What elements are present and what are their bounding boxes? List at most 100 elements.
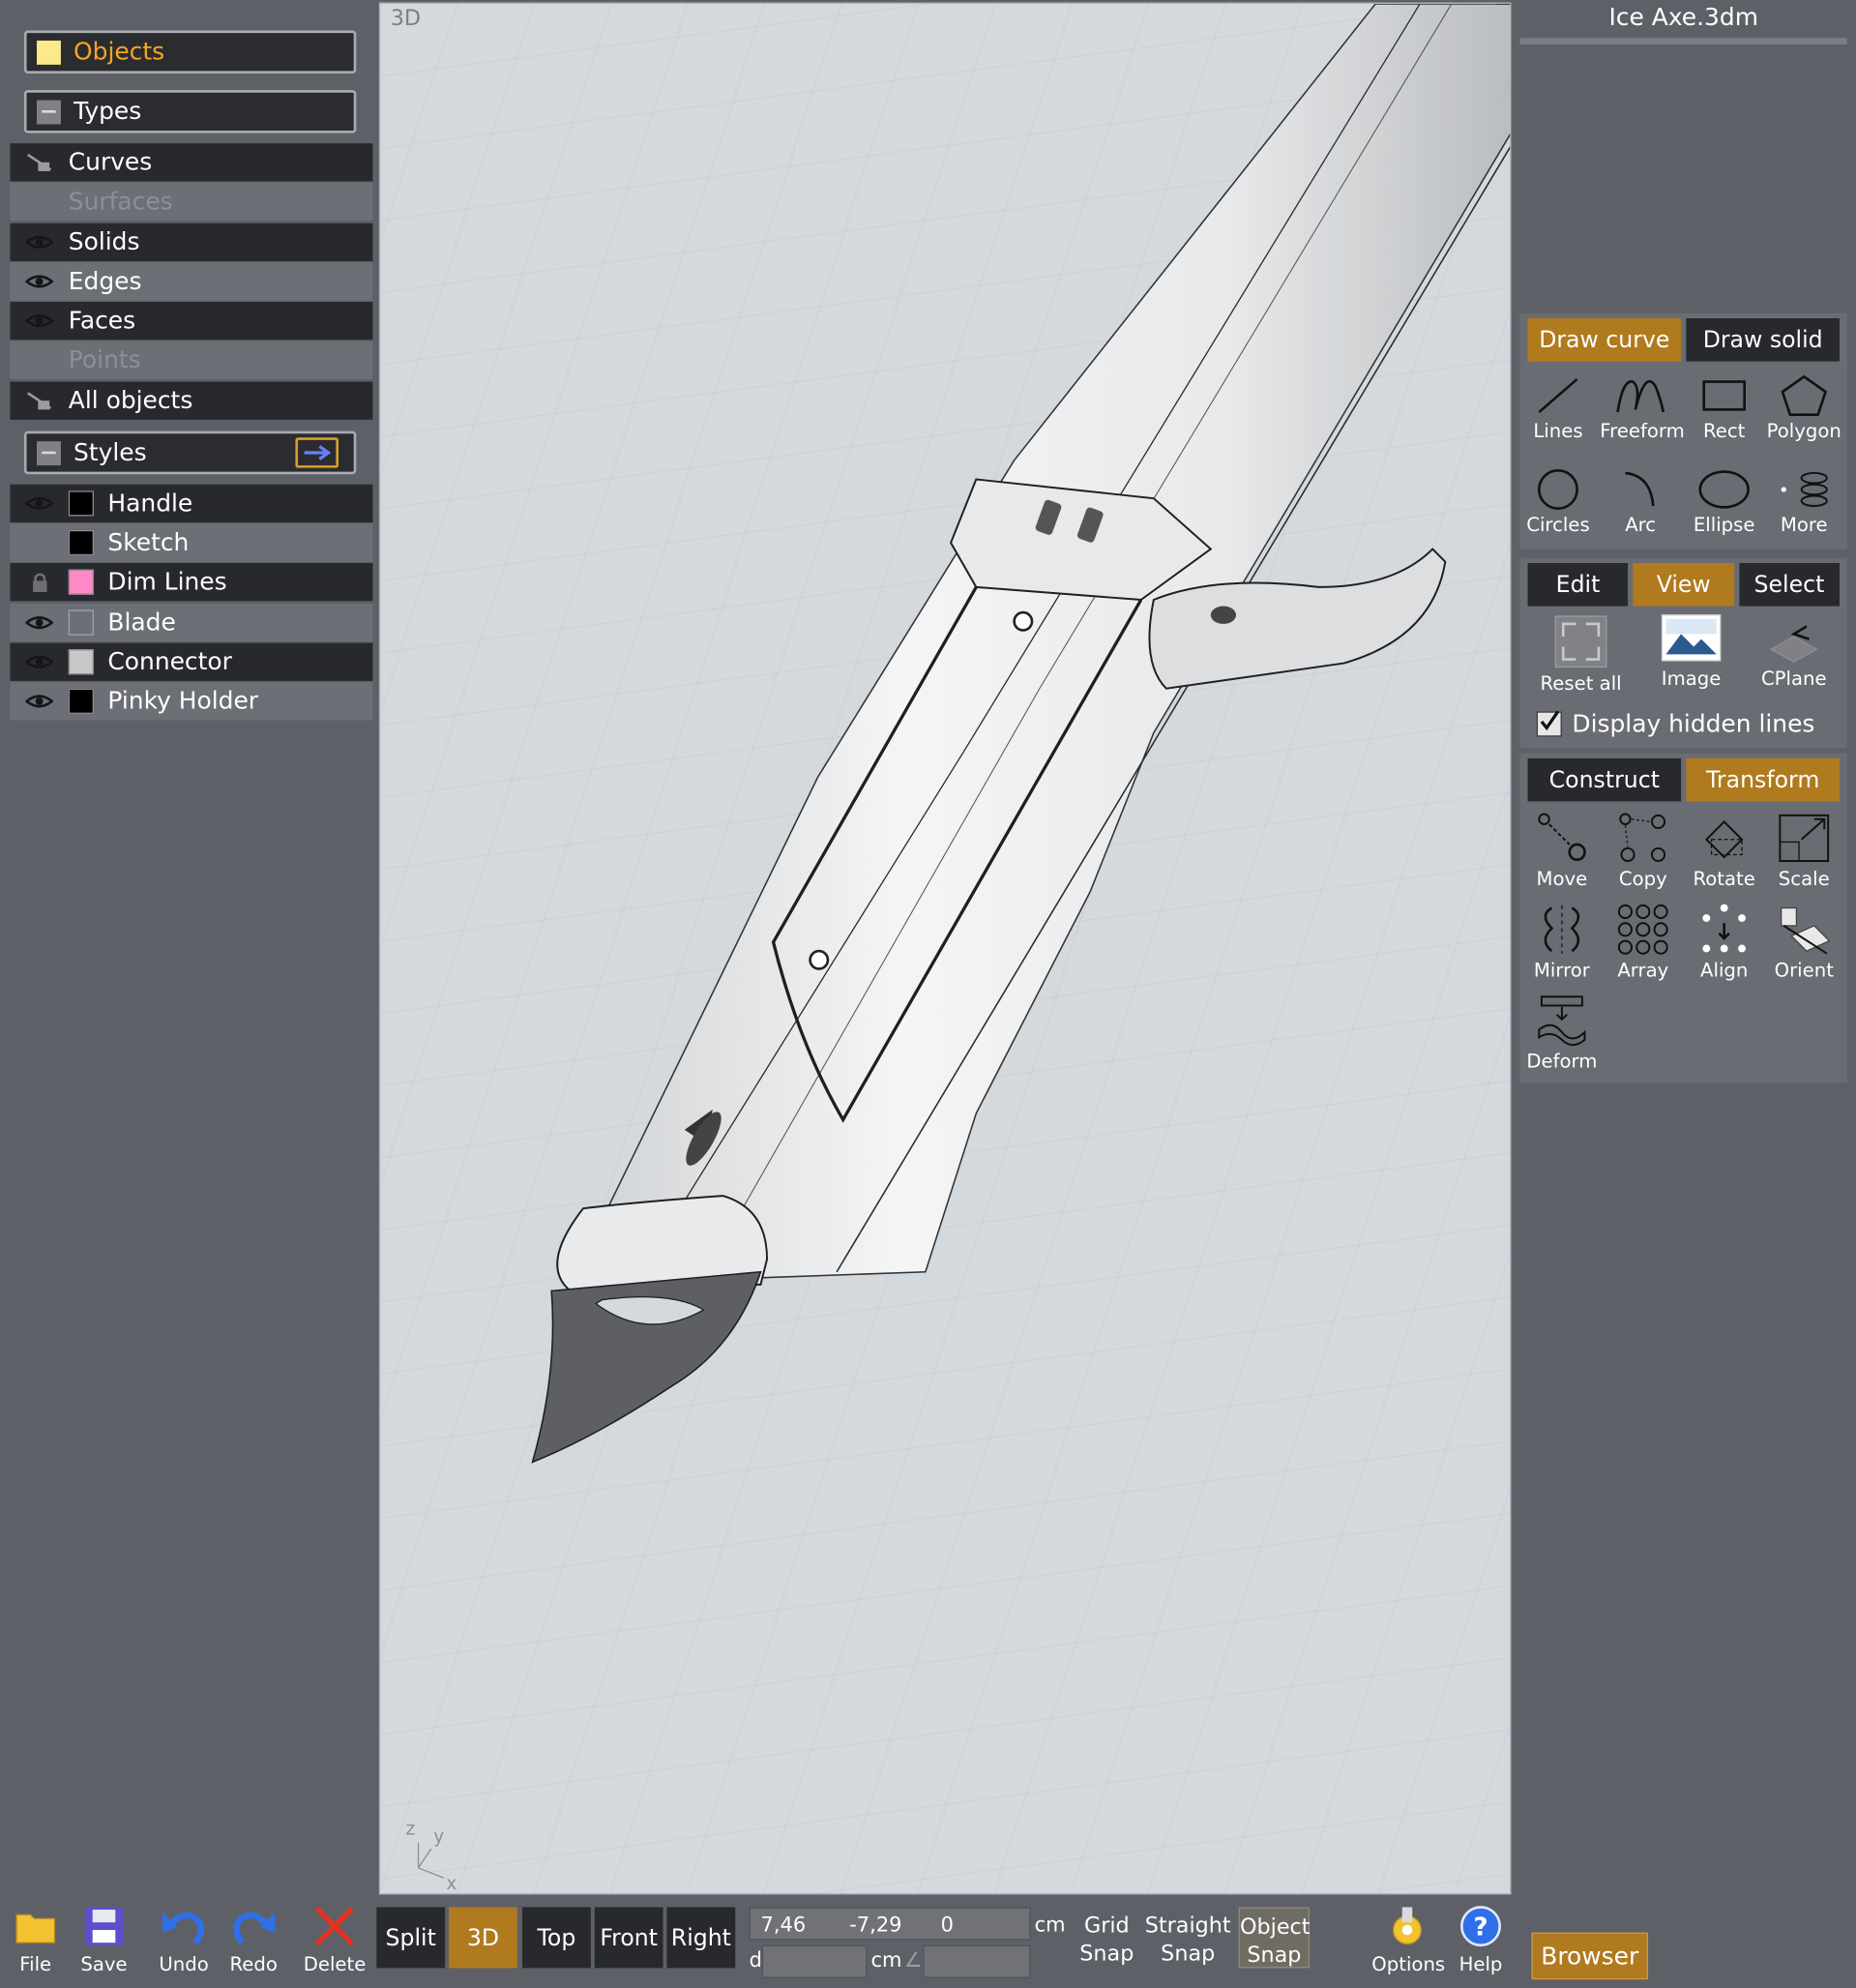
view-right-button[interactable]: Right bbox=[666, 1907, 736, 1969]
type-label: Faces bbox=[68, 307, 136, 336]
styles-arrow-button[interactable] bbox=[295, 437, 339, 468]
copy-icon bbox=[1619, 813, 1666, 863]
cplane-icon bbox=[1769, 625, 1818, 663]
lines-tool[interactable]: Lines bbox=[1517, 374, 1599, 443]
layer-color-swatch[interactable] bbox=[68, 649, 94, 675]
tool-label: CPlane bbox=[1760, 667, 1827, 691]
eye-icon[interactable] bbox=[25, 691, 54, 711]
collapse-icon[interactable] bbox=[37, 440, 61, 465]
freeform-tool[interactable]: Freeform bbox=[1600, 374, 1685, 442]
type-row-points[interactable]: Points bbox=[10, 341, 373, 379]
tab-construct[interactable]: Construct bbox=[1527, 757, 1682, 802]
mirror-tool[interactable]: Mirror bbox=[1521, 903, 1603, 982]
browser-button[interactable]: Browser bbox=[1531, 1932, 1649, 1980]
layer-row-sketch[interactable]: Sketch bbox=[10, 523, 373, 562]
coord-y: -7,29 bbox=[849, 1912, 902, 1937]
options-button[interactable]: Options bbox=[1371, 1905, 1445, 1975]
move-tool[interactable]: Move bbox=[1521, 812, 1603, 890]
view-3d-button[interactable]: 3D bbox=[449, 1907, 517, 1969]
orient-tool[interactable]: Orient bbox=[1763, 903, 1844, 982]
eye-icon[interactable] bbox=[25, 311, 54, 331]
layer-color-swatch[interactable] bbox=[68, 529, 94, 556]
undo-button[interactable]: Undo bbox=[148, 1905, 219, 1975]
tab-draw-solid[interactable]: Draw solid bbox=[1686, 318, 1840, 362]
delete-button[interactable]: Delete bbox=[299, 1905, 369, 1975]
deform-tool[interactable]: Deform bbox=[1521, 994, 1603, 1073]
type-row-solids[interactable]: Solids bbox=[10, 223, 373, 262]
type-row-all-objects[interactable]: All objects bbox=[10, 381, 373, 420]
coordinate-input[interactable]: 7,46 -7,29 0 bbox=[749, 1907, 1031, 1941]
cplane-tool[interactable]: CPlane bbox=[1743, 613, 1844, 690]
eye-icon[interactable] bbox=[25, 652, 54, 672]
grid-snap-toggle[interactable]: Grid Snap bbox=[1073, 1913, 1141, 1969]
mirror-icon bbox=[1544, 905, 1580, 954]
scale-tool[interactable]: Scale bbox=[1763, 812, 1844, 890]
align-tool[interactable]: Align bbox=[1684, 903, 1765, 982]
lock-eye-icon[interactable] bbox=[25, 152, 53, 172]
view-split-button[interactable]: Split bbox=[376, 1907, 446, 1969]
circles-tool[interactable]: Circles bbox=[1517, 468, 1599, 536]
checkbox-checked[interactable] bbox=[1536, 710, 1562, 737]
type-row-surfaces[interactable]: Surfaces bbox=[10, 182, 373, 222]
view-front-button[interactable]: Front bbox=[594, 1907, 663, 1969]
tab-draw-curve[interactable]: Draw curve bbox=[1527, 318, 1682, 362]
redo-button[interactable]: Redo bbox=[218, 1905, 288, 1975]
array-tool[interactable]: Array bbox=[1603, 903, 1684, 982]
layer-row-connector[interactable]: Connector bbox=[10, 642, 373, 681]
straight-snap-toggle[interactable]: Straight Snap bbox=[1143, 1913, 1232, 1969]
layer-row-pinky-holder[interactable]: Pinky Holder bbox=[10, 682, 373, 721]
tool-label: Undo bbox=[159, 1952, 209, 1976]
lock-eye-icon[interactable] bbox=[25, 391, 53, 411]
layer-row-blade[interactable]: Blade bbox=[10, 603, 373, 642]
angle-symbol: ∠ bbox=[903, 1947, 923, 1973]
types-header[interactable]: Types bbox=[23, 90, 357, 134]
lock-icon[interactable] bbox=[25, 572, 53, 593]
rotate-tool[interactable]: Rotate bbox=[1684, 812, 1765, 890]
angle-input[interactable] bbox=[923, 1944, 1031, 1978]
layer-color-swatch[interactable] bbox=[68, 688, 94, 714]
distance-input[interactable] bbox=[761, 1944, 868, 1978]
rect-tool[interactable]: Rect bbox=[1684, 374, 1765, 442]
copy-tool[interactable]: Copy bbox=[1603, 812, 1684, 890]
layer-row-dim-lines[interactable]: Dim Lines bbox=[10, 562, 373, 602]
more-tool[interactable]: More bbox=[1763, 468, 1844, 536]
view-top-button[interactable]: Top bbox=[522, 1907, 591, 1969]
objects-header[interactable]: Objects bbox=[23, 30, 357, 74]
objects-label: Objects bbox=[74, 38, 165, 67]
tab-transform[interactable]: Transform bbox=[1686, 757, 1840, 802]
layer-color-swatch[interactable] bbox=[68, 490, 94, 517]
type-row-faces[interactable]: Faces bbox=[10, 301, 373, 341]
tool-label: Lines bbox=[1533, 419, 1583, 443]
object-snap-toggle[interactable]: Object Snap bbox=[1238, 1907, 1311, 1969]
polygon-tool[interactable]: Polygon bbox=[1763, 374, 1844, 442]
layer-color-swatch[interactable] bbox=[68, 569, 94, 595]
layer-color-swatch[interactable] bbox=[68, 609, 94, 636]
eye-icon[interactable] bbox=[25, 272, 54, 292]
eye-icon[interactable] bbox=[25, 232, 54, 252]
styles-header[interactable]: Styles bbox=[23, 430, 357, 475]
reset-all-tool[interactable]: Reset all bbox=[1530, 613, 1632, 695]
file-button[interactable]: File bbox=[0, 1905, 71, 1975]
collapse-icon[interactable] bbox=[37, 99, 61, 124]
type-row-edges[interactable]: Edges bbox=[10, 262, 373, 301]
help-button[interactable]: ? Help bbox=[1445, 1905, 1516, 1975]
layer-label: Dim Lines bbox=[107, 568, 227, 597]
eye-icon[interactable] bbox=[25, 493, 54, 514]
tab-edit[interactable]: Edit bbox=[1527, 562, 1629, 607]
display-hidden-lines-toggle[interactable]: Display hidden lines bbox=[1536, 710, 1814, 738]
model-canvas[interactable]: z y x bbox=[380, 3, 1511, 1894]
save-button[interactable]: Save bbox=[69, 1905, 139, 1975]
viewport-3d[interactable]: z y x 3D bbox=[378, 2, 1512, 1895]
type-row-curves[interactable]: Curves bbox=[10, 143, 373, 182]
tool-label: Array bbox=[1617, 958, 1669, 982]
tool-label: Help bbox=[1458, 1952, 1503, 1976]
distance-unit: cm bbox=[870, 1947, 902, 1973]
tool-label: Move bbox=[1536, 867, 1588, 891]
ellipse-tool[interactable]: Ellipse bbox=[1684, 468, 1765, 536]
layer-row-handle[interactable]: Handle bbox=[10, 484, 373, 523]
tab-view[interactable]: View bbox=[1633, 562, 1734, 607]
eye-icon[interactable] bbox=[25, 612, 54, 633]
tab-select[interactable]: Select bbox=[1738, 562, 1840, 607]
image-tool[interactable]: Image bbox=[1640, 613, 1742, 690]
arc-tool[interactable]: Arc bbox=[1600, 468, 1681, 536]
